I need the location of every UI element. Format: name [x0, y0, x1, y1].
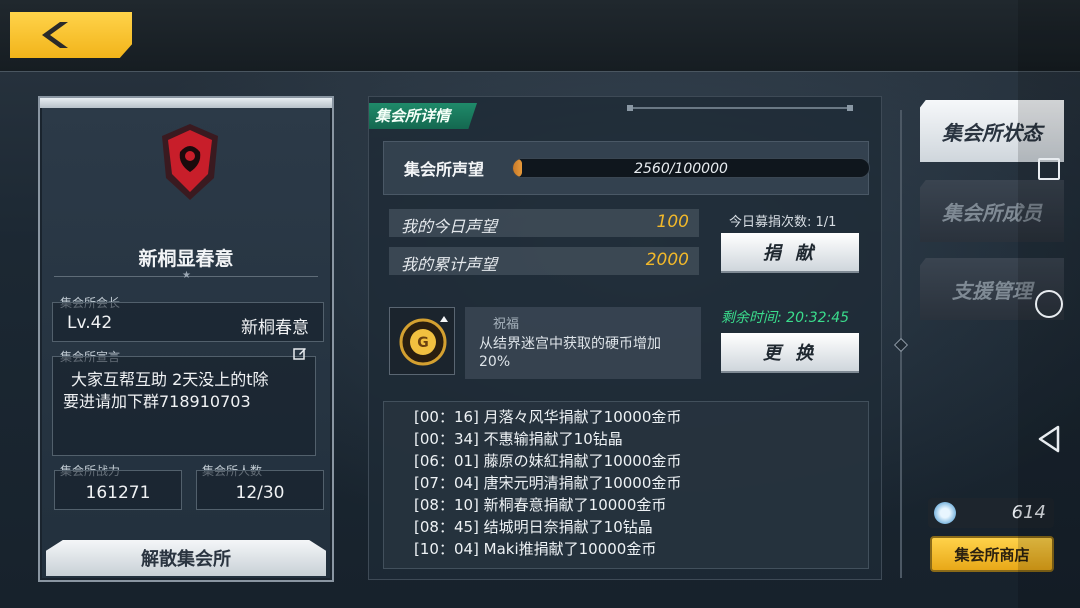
tab-decoration: [629, 107, 853, 109]
declaration-line-2: 要进请加下群718910703: [63, 392, 251, 411]
change-button[interactable]: 更 换: [721, 333, 859, 371]
guild-emblem-icon: [156, 122, 224, 202]
log-entry: [08：45] 结城明日奈捐献了10钻晶: [414, 518, 653, 536]
reputation-row: 集会所声望 2560/100000: [383, 141, 870, 195]
deco-dot: [627, 105, 633, 111]
declaration-text: 大家互帮互助 2天没上的t除 要进请加下群718910703: [63, 369, 321, 413]
leader-name: 新桐春意: [241, 318, 309, 338]
members-value: 12/30: [235, 483, 285, 503]
star-icon: ★: [182, 270, 191, 281]
declaration-box: 大家互帮互助 2天没上的t除 要进请加下群718910703: [52, 348, 316, 456]
reputation-label: 集会所声望: [404, 160, 485, 179]
blessing-box: 祝福 从结界迷宫中获取的硬币增加20%: [465, 307, 701, 379]
svg-text:G: G: [417, 335, 429, 351]
home-icon[interactable]: [1035, 290, 1063, 318]
donation-log: [00：16] 月落々风华捐献了10000金币 [00：34] 不惠输捐献了10钻…: [383, 401, 869, 569]
blessing-icon: G: [389, 307, 455, 375]
total-reputation-value: 2000: [645, 250, 689, 270]
back-button[interactable]: [10, 12, 132, 58]
log-entry: [07：04] 唐宋元明清捐献了10000金币: [414, 474, 682, 492]
today-reputation-row: 我的今日声望 100: [389, 209, 699, 237]
panel-top-strip: [40, 98, 332, 108]
log-entry: [00：16] 月落々风华捐献了10000金币: [414, 408, 682, 426]
members-box: 12/30: [196, 470, 324, 510]
top-bar: [0, 0, 1080, 72]
chevron-left-icon: [32, 20, 72, 50]
leader-level: Lv.42: [67, 313, 113, 333]
log-entry: [08：10] 新桐春意捐献了10000金币: [414, 496, 667, 514]
guild-info-panel: 新桐显春意 ★ 集会所会长 Lv.42 新桐春意 集会所宣言 大家互帮互助 2天…: [38, 96, 334, 582]
leader-box: Lv.42 新桐春意: [52, 302, 324, 342]
today-reputation-value: 100: [656, 212, 689, 232]
power-value: 161271: [85, 483, 151, 503]
tab-guild-details: 集会所详情: [369, 103, 477, 129]
remaining-time: 剩余时间: 20:32:45: [721, 310, 850, 326]
donate-count: 今日募捐次数: 1/1: [729, 215, 837, 230]
power-box: 161271: [54, 470, 182, 510]
donation-log-list: [00：16] 月落々风华捐献了10000金币 [00：34] 不惠输捐献了10钻…: [414, 406, 681, 560]
back-triangle-icon[interactable]: [1036, 424, 1062, 458]
blessing-description: 从结界迷宫中获取的硬币增加20%: [479, 336, 661, 370]
reputation-progress-bar: 2560/100000: [512, 158, 870, 178]
guild-details-panel: 集会所详情 集会所声望 2560/100000 我的今日声望 100 我的累计声…: [368, 96, 882, 580]
donate-button[interactable]: 捐 献: [721, 233, 859, 271]
reputation-progress-text: 2560/100000: [634, 161, 728, 177]
today-reputation-label: 我的今日声望: [401, 217, 498, 236]
guild-name: 新桐显春意: [138, 248, 234, 270]
declaration-line-1: 大家互帮互助 2天没上的t除: [71, 370, 269, 389]
log-entry: [06：01] 藤原の妹紅捐献了10000金币: [414, 452, 682, 470]
log-entry: [10：04] Maki推捐献了10000金币: [414, 540, 657, 558]
log-entry: [00：34] 不惠输捐献了10钻晶: [414, 430, 623, 448]
deco-dot: [847, 105, 853, 111]
recent-apps-icon[interactable]: [1038, 158, 1060, 180]
blessing-title: 祝福: [493, 317, 520, 332]
edit-icon[interactable]: [293, 345, 307, 364]
gem-icon: [934, 502, 956, 524]
total-reputation-row: 我的累计声望 2000: [389, 247, 699, 275]
total-reputation-label: 我的累计声望: [401, 255, 498, 274]
disband-guild-button[interactable]: 解散集会所: [46, 540, 326, 576]
